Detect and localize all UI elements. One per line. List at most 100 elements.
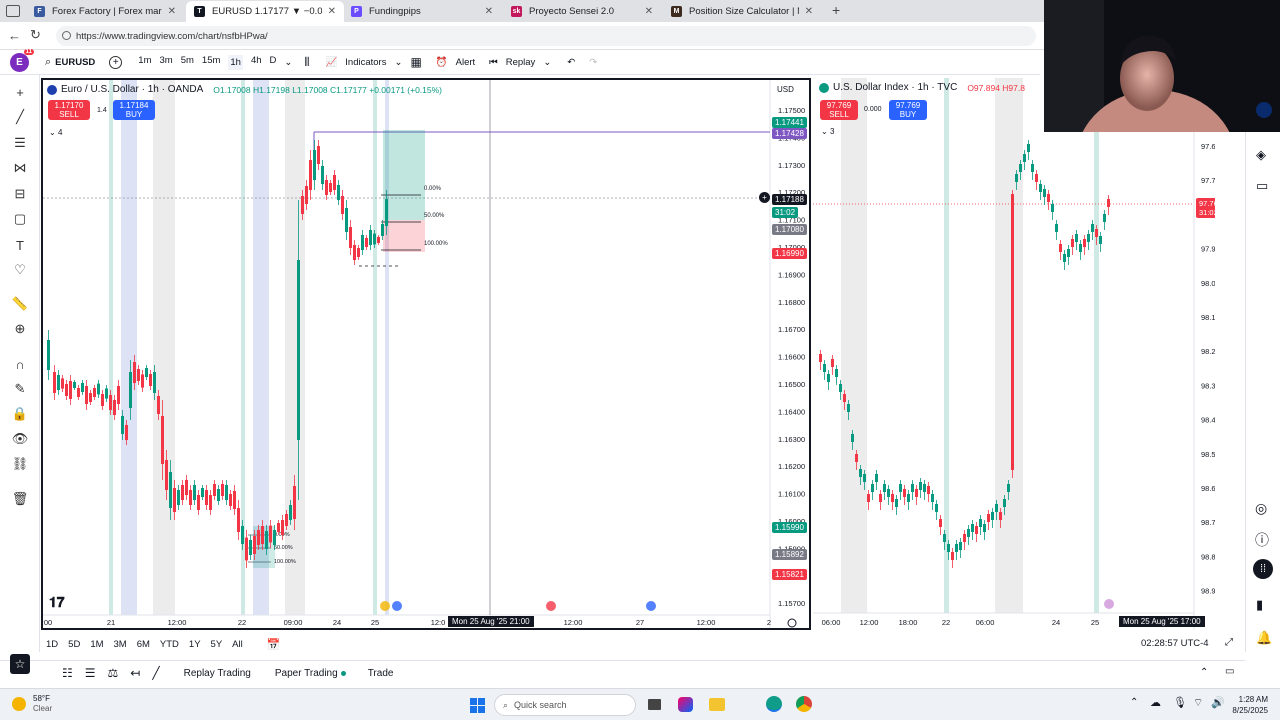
cloud-icon[interactable]: ☁ <box>1150 696 1161 709</box>
dxy-buy-button[interactable]: 97.769 BUY <box>889 100 927 120</box>
close-tab-icon[interactable]: ✕ <box>328 6 336 17</box>
range-5D[interactable]: 5D <box>68 639 80 650</box>
tab-search-icon[interactable] <box>6 5 20 17</box>
range-1M[interactable]: 1M <box>90 639 103 650</box>
indicators-dropdown-icon[interactable]: ⌄ <box>394 57 402 68</box>
crosshair-icon[interactable]: + <box>11 83 29 101</box>
url-field[interactable]: https://www.tradingview.com/chart/nsfbHP… <box>56 26 1036 46</box>
chart1-title[interactable]: Euro / U.S. Dollar · 1h · OANDA <box>61 84 203 95</box>
back-icon[interactable]: ← <box>8 28 21 43</box>
interval-D[interactable]: D <box>270 55 277 70</box>
object-tree-icon[interactable]: ☷ <box>62 666 73 680</box>
weather-widget[interactable]: 58°F Clear <box>33 694 52 714</box>
avatar[interactable]: E 11 <box>10 48 34 72</box>
interval-5m[interactable]: 5m <box>181 55 194 70</box>
taskbar-search[interactable]: ⌕ Quick search <box>494 694 636 716</box>
weather-icon[interactable] <box>12 697 26 711</box>
horizontal-lines-icon[interactable]: ☰ <box>11 134 29 152</box>
apps-grid-icon[interactable]: ⁞⁞ <box>1253 559 1273 579</box>
buy-button[interactable]: 1.17184 BUY <box>113 100 155 120</box>
tab-4[interactable]: M Position Size Calculator | Myfxboo ✕ <box>663 1 821 22</box>
interval-1m[interactable]: 1m <box>138 55 151 70</box>
chart-dxy[interactable]: 97.60097.70097.80097.90098.00098.10098.2… <box>813 78 1215 630</box>
range-1Y[interactable]: 1Y <box>189 639 201 650</box>
range-YTD[interactable]: YTD <box>160 639 179 650</box>
minus-icon[interactable]: ↤ <box>130 666 140 680</box>
indicators-icon[interactable]: 📈 <box>325 57 337 68</box>
chrome-icon[interactable] <box>796 696 812 712</box>
reload-icon[interactable]: ↻ <box>30 27 41 43</box>
range-3M[interactable]: 3M <box>114 639 127 650</box>
close-tab-icon[interactable]: ✕ <box>645 6 653 17</box>
tab-trade[interactable]: Trade <box>368 668 394 679</box>
zoom-icon[interactable]: ⊕ <box>11 320 29 338</box>
interval-dropdown-icon[interactable]: ⌄ <box>284 57 292 68</box>
close-tab-icon[interactable]: ✕ <box>485 6 493 17</box>
interval-3m[interactable]: 3m <box>160 55 173 70</box>
indicator-toggle[interactable]: ⌄ 4 <box>49 128 62 137</box>
close-tab-icon[interactable]: ✕ <box>168 6 176 17</box>
range-5Y[interactable]: 5Y <box>211 639 223 650</box>
pattern-icon[interactable]: ⋈ <box>11 159 29 177</box>
edge-icon[interactable] <box>766 696 782 712</box>
sell-button[interactable]: 1.17170 SELL <box>48 100 90 120</box>
range-All[interactable]: All <box>232 639 243 650</box>
rectangle-icon[interactable]: ▢ <box>11 210 29 228</box>
mic-icon[interactable]: 🎙 <box>1173 696 1187 709</box>
dxy-canvas[interactable]: 97.60097.70097.80097.90098.00098.10098.2… <box>813 78 1215 630</box>
task-view-icon[interactable] <box>648 699 661 710</box>
lock-icon[interactable]: 🔒 <box>11 405 29 423</box>
undo-icon[interactable]: ↶ <box>567 57 575 68</box>
start-icon[interactable] <box>470 698 485 713</box>
wifi-icon[interactable]: ⌔ <box>1193 696 1203 710</box>
interval-1h[interactable]: 1h <box>228 54 243 70</box>
close-tab-icon[interactable]: ✕ <box>805 6 813 17</box>
text-icon[interactable]: T <box>11 236 29 254</box>
pencil-lock-icon[interactable]: ✎ <box>11 380 29 398</box>
trend-line-icon[interactable]: ╱ <box>11 108 29 126</box>
chart-eurusd[interactable]: 1.175001.174001.173001.172001.171001.170… <box>41 78 811 630</box>
dxy-sell-button[interactable]: 97.769 SELL <box>820 100 858 120</box>
site-info-icon[interactable] <box>62 31 71 40</box>
trash-icon[interactable]: 🗑 <box>11 490 29 508</box>
fib-icon[interactable]: ⊟ <box>11 185 29 203</box>
link-icon[interactable]: ⛓ <box>11 455 29 473</box>
heart-icon[interactable]: ♡ <box>11 261 29 279</box>
eurusd-canvas[interactable]: 1.175001.174001.173001.172001.171001.170… <box>43 80 809 628</box>
symbol-search-icon[interactable]: ⌕ <box>45 56 51 69</box>
chart2-title[interactable]: U.S. Dollar Index · 1h · TVC <box>833 82 957 93</box>
maximize-panel-icon[interactable]: ▭ <box>1225 666 1234 677</box>
alert-button[interactable]: Alert <box>456 57 476 68</box>
redo-icon[interactable]: ↷ <box>589 57 597 68</box>
tab-replay-trading[interactable]: Replay Trading <box>184 668 251 679</box>
collapse-panel-icon[interactable]: ⌃ <box>1200 667 1208 678</box>
ruler-icon[interactable]: 📏 <box>11 295 29 313</box>
tray-chevron-icon[interactable]: ⌃ <box>1130 697 1138 708</box>
replay-icon[interactable]: ⏮ <box>489 57 498 68</box>
indicators-button[interactable]: Indicators <box>345 57 386 68</box>
new-tab-button[interactable]: + <box>832 2 840 18</box>
dxy-indicator-toggle[interactable]: ⌄ 3 <box>821 127 834 136</box>
file-explorer-icon[interactable] <box>709 698 725 711</box>
interval-4h[interactable]: 4h <box>251 55 262 70</box>
goto-date-icon[interactable]: 📅 <box>267 638 281 651</box>
help-icon[interactable]: ⓘ <box>1255 530 1269 550</box>
range-6M[interactable]: 6M <box>137 639 150 650</box>
interval-15m[interactable]: 15m <box>202 55 220 70</box>
range-1D[interactable]: 1D <box>46 639 58 650</box>
candles-type-icon[interactable]: ⫴ <box>304 55 309 70</box>
replay-dropdown-icon[interactable]: ⌄ <box>543 57 551 68</box>
currency-label[interactable]: USD <box>777 85 794 94</box>
bell-icon[interactable]: 🔔 <box>1256 630 1272 646</box>
alert-icon[interactable]: ⏰ <box>436 57 448 68</box>
fullscreen-icon[interactable]: ⤢ <box>1225 637 1233 648</box>
eye-icon[interactable]: 👁 <box>11 430 29 448</box>
tab-1[interactable]: T EURUSD 1.17177 ▼ −0.04% se ✕ <box>186 1 344 22</box>
chat-icon[interactable]: ▭ <box>1256 178 1268 194</box>
compare-icon[interactable]: + <box>109 55 123 69</box>
tab-paper-trading[interactable]: Paper Trading <box>275 668 338 679</box>
tab-2[interactable]: P Fundingpips ✕ <box>343 1 501 22</box>
star-favorites-icon[interactable]: ☆ <box>10 654 30 674</box>
magnet-icon[interactable]: ∩ <box>11 355 29 373</box>
replay-button[interactable]: Replay <box>506 57 536 68</box>
